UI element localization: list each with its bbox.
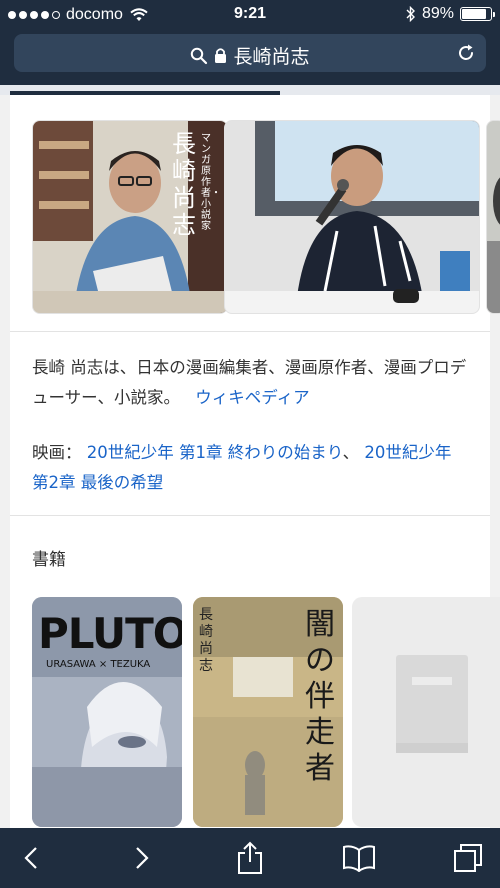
book-cover-3[interactable] [352, 597, 500, 827]
url-query: 長崎尚志 [233, 46, 310, 68]
photo-caption-title: マンガ原作者・小説家 [201, 133, 221, 232]
book-2-title: 闇の伴走者 [305, 607, 335, 786]
book-1-title: PLUTO [38, 609, 182, 658]
person-photo-3-image [487, 121, 500, 313]
book-2-author: 長崎尚志 [199, 607, 213, 674]
share-button[interactable] [232, 840, 268, 876]
book-cover-2[interactable]: 長崎尚志 闇の伴走者 [193, 597, 343, 827]
search-icon [191, 47, 208, 64]
wikipedia-link[interactable]: ウィキペディア [195, 388, 309, 407]
lock-icon [215, 48, 227, 63]
description: 長崎 尚志は、日本の漫画編集者、漫画原作者、漫画プロデューサー、小説家。 ウィキ… [32, 353, 472, 413]
bluetooth-icon [406, 6, 415, 22]
divider [10, 515, 490, 516]
chevron-left-icon [24, 847, 37, 869]
divider [10, 331, 490, 332]
browser-header: 長崎尚志 [0, 30, 500, 85]
url-display: 長崎尚志 [14, 42, 486, 69]
films-row: 映画： 20世紀少年 第1章 終わりの始まり、 20世紀少年 第2章 最後の希望 [32, 438, 472, 498]
tabs-icon [454, 844, 482, 872]
tabs-button[interactable] [450, 840, 486, 876]
person-photo-2[interactable] [224, 120, 480, 314]
battery-percent: 89% [421, 5, 454, 22]
book-1-subtitle: URASAWA × TEZUKA [46, 659, 151, 670]
books-heading: 書籍 [32, 550, 66, 570]
book-placeholder-icon [396, 655, 468, 753]
person-photo-1-image [33, 121, 227, 313]
battery-fill [462, 9, 486, 19]
film-link-1[interactable]: 20世紀少年 第1章 終わりの始まり [87, 443, 343, 462]
url-field[interactable]: 長崎尚志 [14, 34, 486, 72]
status-right: 89% [406, 5, 495, 23]
share-icon [238, 841, 262, 874]
films-label: 映画： [32, 443, 82, 462]
knowledge-panel: 長崎尚志 マンガ原作者・小説家 長崎 尚志は、日本の漫画編集者、漫画原作者、漫画… [10, 95, 500, 828]
battery-icon [460, 7, 495, 21]
person-photo-1[interactable]: 長崎尚志 マンガ原作者・小説家 [32, 120, 228, 314]
book-icon [343, 845, 375, 872]
photo-caption-name: 長崎尚志 [172, 130, 196, 239]
result-tab-strip [0, 85, 500, 95]
reload-icon[interactable] [456, 43, 476, 63]
person-photo-3[interactable] [486, 120, 500, 314]
browser-toolbar [0, 828, 500, 888]
status-bar: docomo 9:21 89% [0, 0, 500, 30]
bookmarks-button[interactable] [341, 840, 377, 876]
film-separator: 、 [342, 443, 360, 462]
person-photo-2-image [225, 121, 479, 313]
back-button[interactable] [14, 840, 50, 876]
book-cover-1[interactable]: PLUTO URASAWA × TEZUKA [32, 597, 182, 827]
web-content[interactable]: 長崎尚志 マンガ原作者・小説家 長崎 尚志は、日本の漫画編集者、漫画原作者、漫画… [0, 85, 500, 828]
forward-button[interactable] [123, 840, 159, 876]
chevron-right-icon [136, 847, 149, 869]
